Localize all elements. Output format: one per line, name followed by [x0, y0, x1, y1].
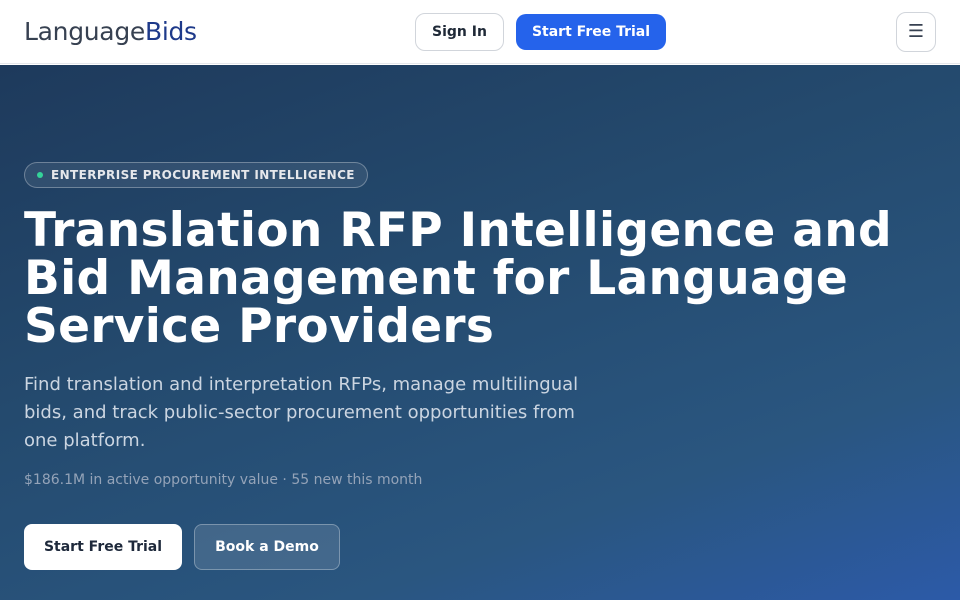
site-logo[interactable]: LanguageBids — [24, 16, 197, 48]
hero-section: ENTERPRISE PROCUREMENT INTELLIGENCE Tran… — [0, 65, 960, 600]
status-dot-icon — [37, 172, 43, 178]
opportunity-stats: $186.1M in active opportunity value · 55… — [24, 472, 423, 488]
badge-label: ENTERPRISE PROCUREMENT INTELLIGENCE — [51, 168, 355, 182]
hero-title-line-3: Service Providers — [24, 299, 495, 354]
start-free-trial-hero-button[interactable]: Start Free Trial — [24, 524, 182, 570]
hamburger-icon: ☰ — [907, 21, 925, 42]
hero-title-line-2: Bid Management for Language — [24, 251, 849, 306]
book-demo-button[interactable]: Book a Demo — [194, 524, 340, 570]
logo-text-language: Language — [24, 17, 145, 46]
start-free-trial-header-button[interactable]: Start Free Trial — [516, 14, 666, 50]
sign-in-button[interactable]: Sign In — [415, 13, 504, 51]
top-navigation-bar: LanguageBids Sign In Start Free Trial ☰ — [0, 0, 960, 64]
logo-text-bids: Bids — [144, 17, 197, 46]
hero-title: Translation RFP Intelligence and Bid Man… — [24, 207, 924, 351]
category-badge: ENTERPRISE PROCUREMENT INTELLIGENCE — [24, 162, 368, 188]
menu-button[interactable]: ☰ — [896, 12, 936, 52]
hero-subtitle: Find translation and interpretation RFPs… — [24, 374, 579, 451]
hero-title-line-1: Translation RFP Intelligence and — [24, 203, 892, 258]
